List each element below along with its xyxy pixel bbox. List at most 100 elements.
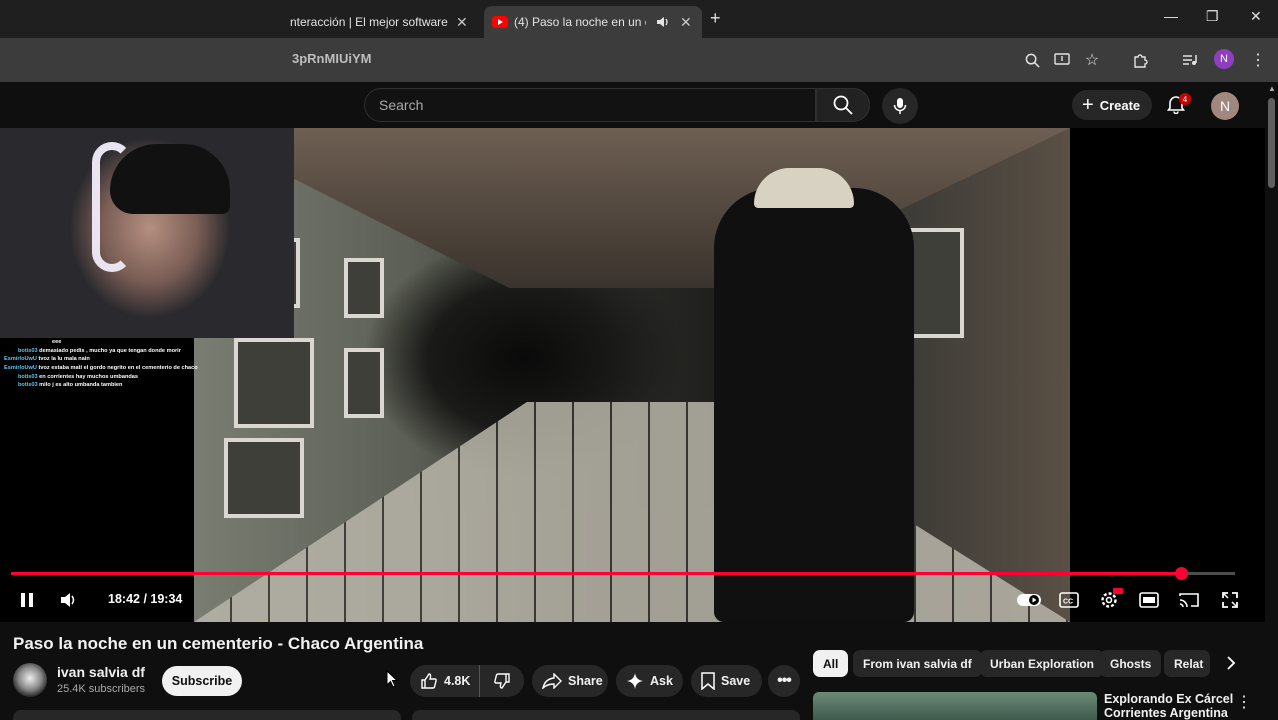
cast-button[interactable] (1178, 589, 1200, 611)
like-count: 4.8K (444, 674, 471, 688)
chat-text: tvoz estaba mati el gordo negrito en el … (38, 364, 198, 371)
tab-title: (4) Paso la noche en un cem (514, 15, 646, 29)
chat-username: botis03 (18, 382, 38, 389)
theater-icon (1139, 592, 1159, 608)
create-button[interactable]: + Create (1072, 90, 1152, 120)
bookmark-star-icon[interactable]: ☆ (1082, 50, 1102, 70)
video-frame (194, 128, 1070, 622)
url-text[interactable]: 3pRnMIUiYM (292, 51, 371, 66)
autoplay-toggle-icon (1017, 594, 1041, 606)
account-avatar[interactable]: N (1211, 92, 1239, 120)
chat-username: botis03 (18, 373, 38, 380)
crypt-niche (344, 258, 384, 318)
chevron-right-icon[interactable] (1220, 652, 1242, 674)
chat-message: botis03 milo j es alto umbanda tambien (0, 381, 220, 390)
chip-ghosts[interactable]: Ghosts (1100, 650, 1162, 677)
share-label: Share (568, 674, 603, 688)
voice-search-button[interactable] (882, 88, 918, 124)
recommended-title[interactable]: Explorando Ex Cárcel Corrientes Argentin… (1104, 692, 1234, 720)
progress-scrubber[interactable] (1174, 567, 1188, 580)
dislike-button[interactable] (480, 665, 524, 697)
scrollbar-thumb[interactable] (1268, 98, 1275, 188)
tab-active[interactable]: (4) Paso la noche en un cem ✕ (484, 6, 702, 38)
speaker-icon[interactable] (656, 15, 670, 29)
channel-name[interactable]: ivan salvia df (57, 664, 145, 680)
search-icon (833, 95, 853, 115)
media-control-icon[interactable] (1180, 50, 1200, 70)
description-box[interactable] (13, 710, 401, 720)
install-app-icon[interactable] (1052, 50, 1072, 70)
video-floor (194, 402, 1070, 622)
save-button[interactable]: Save (691, 665, 762, 697)
maximize-icon[interactable]: ❐ (1206, 8, 1219, 25)
captions-button[interactable]: CC (1058, 589, 1080, 611)
fullscreen-button[interactable] (1219, 589, 1241, 611)
time-display: 18:42 / 19:34 (108, 592, 183, 606)
profile-avatar[interactable]: N (1214, 49, 1234, 69)
person-cap (754, 168, 854, 208)
page-scrollbar[interactable]: ▲ (1265, 82, 1278, 720)
browser-menu-icon[interactable]: ⋮ (1248, 50, 1268, 70)
thumbs-up-icon (421, 673, 437, 689)
share-button[interactable]: Share (532, 665, 608, 697)
extensions-icon[interactable] (1130, 50, 1150, 70)
chat-text: eee (52, 339, 62, 345)
minimize-icon[interactable]: — (1164, 8, 1178, 24)
svg-text:CC: CC (1063, 599, 1073, 606)
progress-played (11, 572, 1181, 575)
close-icon[interactable]: ✕ (680, 14, 692, 31)
fullscreen-icon (1222, 592, 1238, 608)
zoom-icon[interactable] (1022, 50, 1042, 70)
pause-button[interactable] (16, 589, 38, 611)
video-player[interactable]: eee botis03 demasiado pedis , mucho ya q… (0, 128, 1265, 622)
more-actions-button[interactable]: ••• (768, 665, 800, 697)
autoplay-toggle[interactable] (1016, 589, 1042, 611)
new-tab-icon[interactable]: + (710, 8, 721, 29)
theater-mode-button[interactable] (1138, 589, 1160, 611)
microphone-icon (893, 98, 907, 114)
chat-message: eee (0, 338, 220, 347)
headphones (92, 142, 132, 272)
chat-text: tvoz la lu mala nain (38, 356, 90, 363)
chat-username: EsmirloUwU (4, 356, 37, 363)
search-input[interactable]: Search (364, 88, 816, 122)
video-title: Paso la noche en un cementerio - Chaco A… (13, 634, 424, 653)
tab-inactive[interactable]: nteracción | El mejor software p ✕ (290, 6, 480, 38)
pause-icon (21, 593, 33, 607)
chat-message: botis03 en corrientes hay muchos umbanda… (0, 373, 220, 382)
share-icon (542, 673, 562, 689)
address-bar: 3pRnMIUiYM ☆ ⋮ (0, 38, 1278, 82)
search-button[interactable] (816, 88, 870, 122)
chip-related[interactable]: Relat (1164, 650, 1210, 677)
progress-bar[interactable] (11, 567, 1235, 580)
settings-button[interactable] (1098, 588, 1123, 611)
ask-label: Ask (650, 674, 673, 688)
scroll-up-icon[interactable]: ▲ (1268, 84, 1276, 93)
crypt-niche (234, 338, 314, 428)
streamer-webcam (0, 128, 294, 338)
chip-all[interactable]: All (813, 650, 849, 677)
mute-button[interactable] (58, 589, 80, 611)
chat-username: botis03 (18, 347, 38, 354)
channel-avatar[interactable] (13, 663, 47, 697)
close-icon[interactable]: ✕ (456, 14, 468, 31)
youtube-favicon-icon (492, 16, 508, 28)
subscribe-button[interactable]: Subscribe (162, 666, 242, 696)
recommended-thumbnail[interactable] (813, 692, 1097, 720)
like-button[interactable]: 4.8K (410, 665, 480, 697)
youtube-header: Search + Create (0, 82, 1278, 128)
more-vertical-icon[interactable]: ⋮ (1236, 692, 1252, 712)
more-horizontal-icon: ••• (777, 672, 792, 689)
chip-urban-exploration[interactable]: Urban Exploration (980, 650, 1105, 677)
create-label: Create (1099, 97, 1141, 113)
notification-badge: 4 (1179, 93, 1191, 105)
mouse-cursor-icon (386, 670, 398, 688)
close-window-icon[interactable]: ✕ (1250, 8, 1262, 25)
volume-icon (61, 593, 75, 607)
thumbs-down-icon (494, 673, 510, 689)
plus-icon: + (1082, 93, 1094, 116)
chip-from-channel[interactable]: From ivan salvia df (853, 650, 982, 677)
ask-button[interactable]: Ask (616, 665, 683, 697)
comment-box[interactable] (412, 710, 800, 720)
sparkle-icon (627, 673, 643, 689)
